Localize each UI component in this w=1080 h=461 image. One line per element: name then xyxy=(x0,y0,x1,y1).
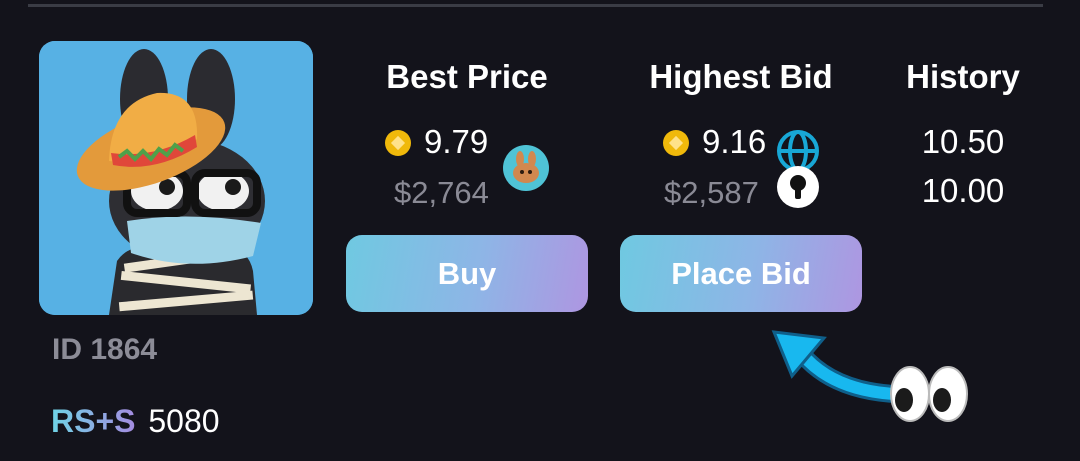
top-divider xyxy=(28,4,1043,7)
nft-id: ID 1864 xyxy=(52,333,158,366)
best-price-usd: $2,764 xyxy=(394,175,489,210)
bnb-coin-icon xyxy=(385,130,411,156)
history-title: History xyxy=(906,58,1020,95)
nft-image[interactable] xyxy=(39,41,313,315)
history-value: 10.50 xyxy=(921,123,1005,160)
history-value: 10.00 xyxy=(921,172,1005,209)
keyhole-icon[interactable] xyxy=(775,164,821,210)
bunny-character-icon xyxy=(39,41,313,315)
bnb-coin-icon xyxy=(663,130,689,156)
curved-arrow-icon xyxy=(771,330,902,403)
rarity-score-label: RS+S xyxy=(51,403,136,439)
best-price-title: Best Price xyxy=(386,58,548,95)
best-price-value: 9.79 xyxy=(424,123,489,160)
rarity-score-value: 5080 xyxy=(148,403,220,439)
highest-bid-title: Highest Bid xyxy=(649,58,833,95)
buy-button[interactable]: Buy xyxy=(346,235,588,312)
pancakeswap-bunny-icon[interactable] xyxy=(503,145,549,191)
highest-bid-value: 9.16 xyxy=(702,123,767,160)
highest-bid-usd: $2,587 xyxy=(664,175,759,210)
eyes-emoji-icon xyxy=(890,366,968,422)
place-bid-button[interactable]: Place Bid xyxy=(620,235,862,312)
rarity-score: RS+S 5080 xyxy=(51,403,220,440)
